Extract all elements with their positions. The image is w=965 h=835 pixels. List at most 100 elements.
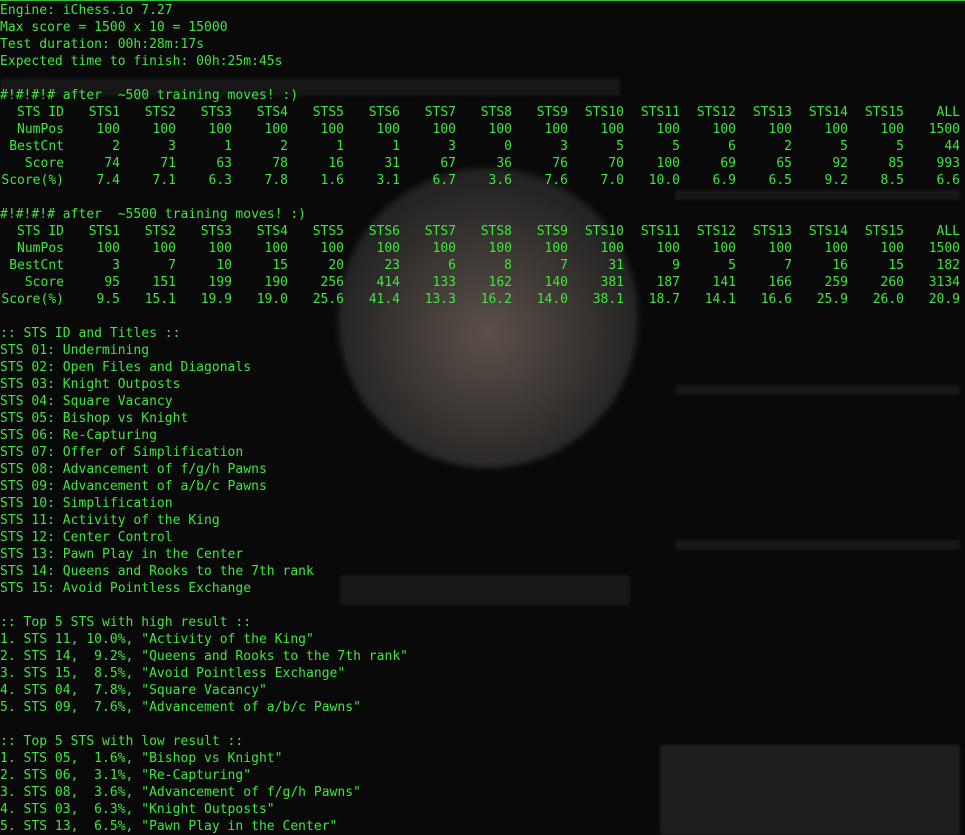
title-line: STS 07: Offer of Simplification (0, 445, 244, 460)
column-header: STS ID (17, 224, 64, 239)
table-cell: 8.5 (880, 173, 904, 188)
table-cell: Score (24, 156, 64, 171)
table-cell: 19.9 (200, 292, 232, 307)
column-header: STS15 (864, 105, 904, 120)
top-low-line: 5. STS 13, 6.5%, "Pawn Play in the Cente… (0, 819, 338, 834)
table-cell: 10 (216, 258, 232, 273)
top-high-line: 2. STS 14, 9.2%, "Queens and Rooks to th… (0, 649, 409, 664)
table-cell: 16.2 (480, 292, 512, 307)
title-line: STS 01: Undermining (0, 343, 150, 358)
table-cell: 100 (432, 241, 456, 256)
table-title: #!#!#!# after ~500 training moves! :) (0, 88, 299, 103)
column-header: ALL (936, 105, 960, 120)
table-cell: 381 (600, 275, 624, 290)
table-cell: 9.5 (96, 292, 120, 307)
table-cell: 100 (488, 122, 512, 137)
table-cell: 1500 (928, 122, 960, 137)
table-cell: 100 (208, 241, 232, 256)
table-cell: 993 (936, 156, 960, 171)
column-header: STS5 (312, 105, 344, 120)
column-header: STS ID (17, 105, 64, 120)
table-cell: 5 (616, 139, 624, 154)
table-row: Score 95 151 199 190 256 414 133 162 140 381 187 141… (0, 274, 965, 291)
title-line: STS 02: Open Files and Diagonals (0, 360, 252, 375)
table-cell: 15 (272, 258, 288, 273)
column-header: STS9 (536, 224, 568, 239)
table-cell: 100 (712, 241, 736, 256)
column-header: STS6 (368, 224, 400, 239)
table-cell: 70 (608, 156, 624, 171)
table-cell: 5 (728, 258, 736, 273)
table-cell: 23 (384, 258, 400, 273)
column-header: STS4 (256, 105, 288, 120)
table-cell: 2 (112, 139, 120, 154)
table-cell: 8 (504, 258, 512, 273)
table-cell: 18.7 (648, 292, 680, 307)
column-header: STS12 (696, 105, 736, 120)
column-header: STS2 (144, 224, 176, 239)
table-cell: 67 (440, 156, 456, 171)
table-cell: 36 (496, 156, 512, 171)
column-header: STS1 (88, 224, 120, 239)
table-cell: 100 (432, 122, 456, 137)
table-cell: 38.1 (592, 292, 624, 307)
top-high-line: 5. STS 09, 7.6%, "Advancement of a/b/c P… (0, 700, 361, 715)
table-cell: 63 (216, 156, 232, 171)
column-header: STS12 (696, 224, 736, 239)
column-header: STS14 (808, 105, 848, 120)
column-header: STS8 (480, 105, 512, 120)
header-line: Engine: iChess.io 7.27 (0, 3, 173, 18)
table-cell: 71 (160, 156, 176, 171)
table-cell: 92 (832, 156, 848, 171)
table-cell: 19.0 (256, 292, 288, 307)
table-cell: 26.0 (872, 292, 904, 307)
table-cell: 260 (880, 275, 904, 290)
table-cell: 6.7 (432, 173, 456, 188)
column-header: STS6 (368, 105, 400, 120)
table-cell: 100 (264, 241, 288, 256)
column-header: STS11 (640, 105, 680, 120)
table-cell: 100 (96, 122, 120, 137)
table-cell: 100 (152, 122, 176, 137)
table-cell: 414 (376, 275, 400, 290)
table-cell: 259 (824, 275, 848, 290)
column-header: STS4 (256, 224, 288, 239)
table-cell: 100 (152, 241, 176, 256)
table-cell: 7.1 (152, 173, 176, 188)
title-line: STS 14: Queens and Rooks to the 7th rank (0, 564, 314, 579)
table-cell: 6.3 (208, 173, 232, 188)
table-cell: Score(%) (1, 173, 64, 188)
table-cell: 7 (784, 258, 792, 273)
column-header: STS2 (144, 105, 176, 120)
table-cell: 16.6 (760, 292, 792, 307)
table-cell: 100 (600, 241, 624, 256)
column-header: STS5 (312, 224, 344, 239)
table-cell: 100 (376, 122, 400, 137)
top-high-line: 1. STS 11, 10.0%, "Activity of the King" (0, 632, 314, 647)
table-cell: 7 (168, 258, 176, 273)
title-line: STS 12: Center Control (0, 530, 173, 545)
table-cell: 162 (488, 275, 512, 290)
table-cell: NumPos (17, 122, 64, 137)
table-cell: 100 (712, 122, 736, 137)
table-cell: 190 (264, 275, 288, 290)
table-header-row: STS ID STS1 STS2 STS3 STS4 STS5 STS6 STS7 STS8 ST… (0, 104, 965, 121)
table-cell: 100 (544, 122, 568, 137)
table-cell: 100 (656, 241, 680, 256)
table-cell: 100 (824, 241, 848, 256)
table-cell: 1 (336, 139, 344, 154)
title-line: STS 04: Square Vacancy (0, 394, 173, 409)
terminal-window: Engine: iChess.io 7.27 Max score = 1500 x… (0, 0, 965, 835)
table-cell: 141 (712, 275, 736, 290)
table-row: BestCnt 2 3 1 2 1 1 3 0 3 5 5 6 2 5 5 44 (0, 138, 965, 155)
table-cell: 3 (448, 139, 456, 154)
table-cell: 100 (768, 122, 792, 137)
table-cell: 7.4 (96, 173, 120, 188)
column-header: STS8 (480, 224, 512, 239)
table-cell: 20.9 (928, 292, 960, 307)
column-header: STS15 (864, 224, 904, 239)
table-cell: 44 (944, 139, 960, 154)
table-cell: 100 (880, 241, 904, 256)
table-cell: BestCnt (9, 139, 64, 154)
table-cell: 100 (376, 241, 400, 256)
